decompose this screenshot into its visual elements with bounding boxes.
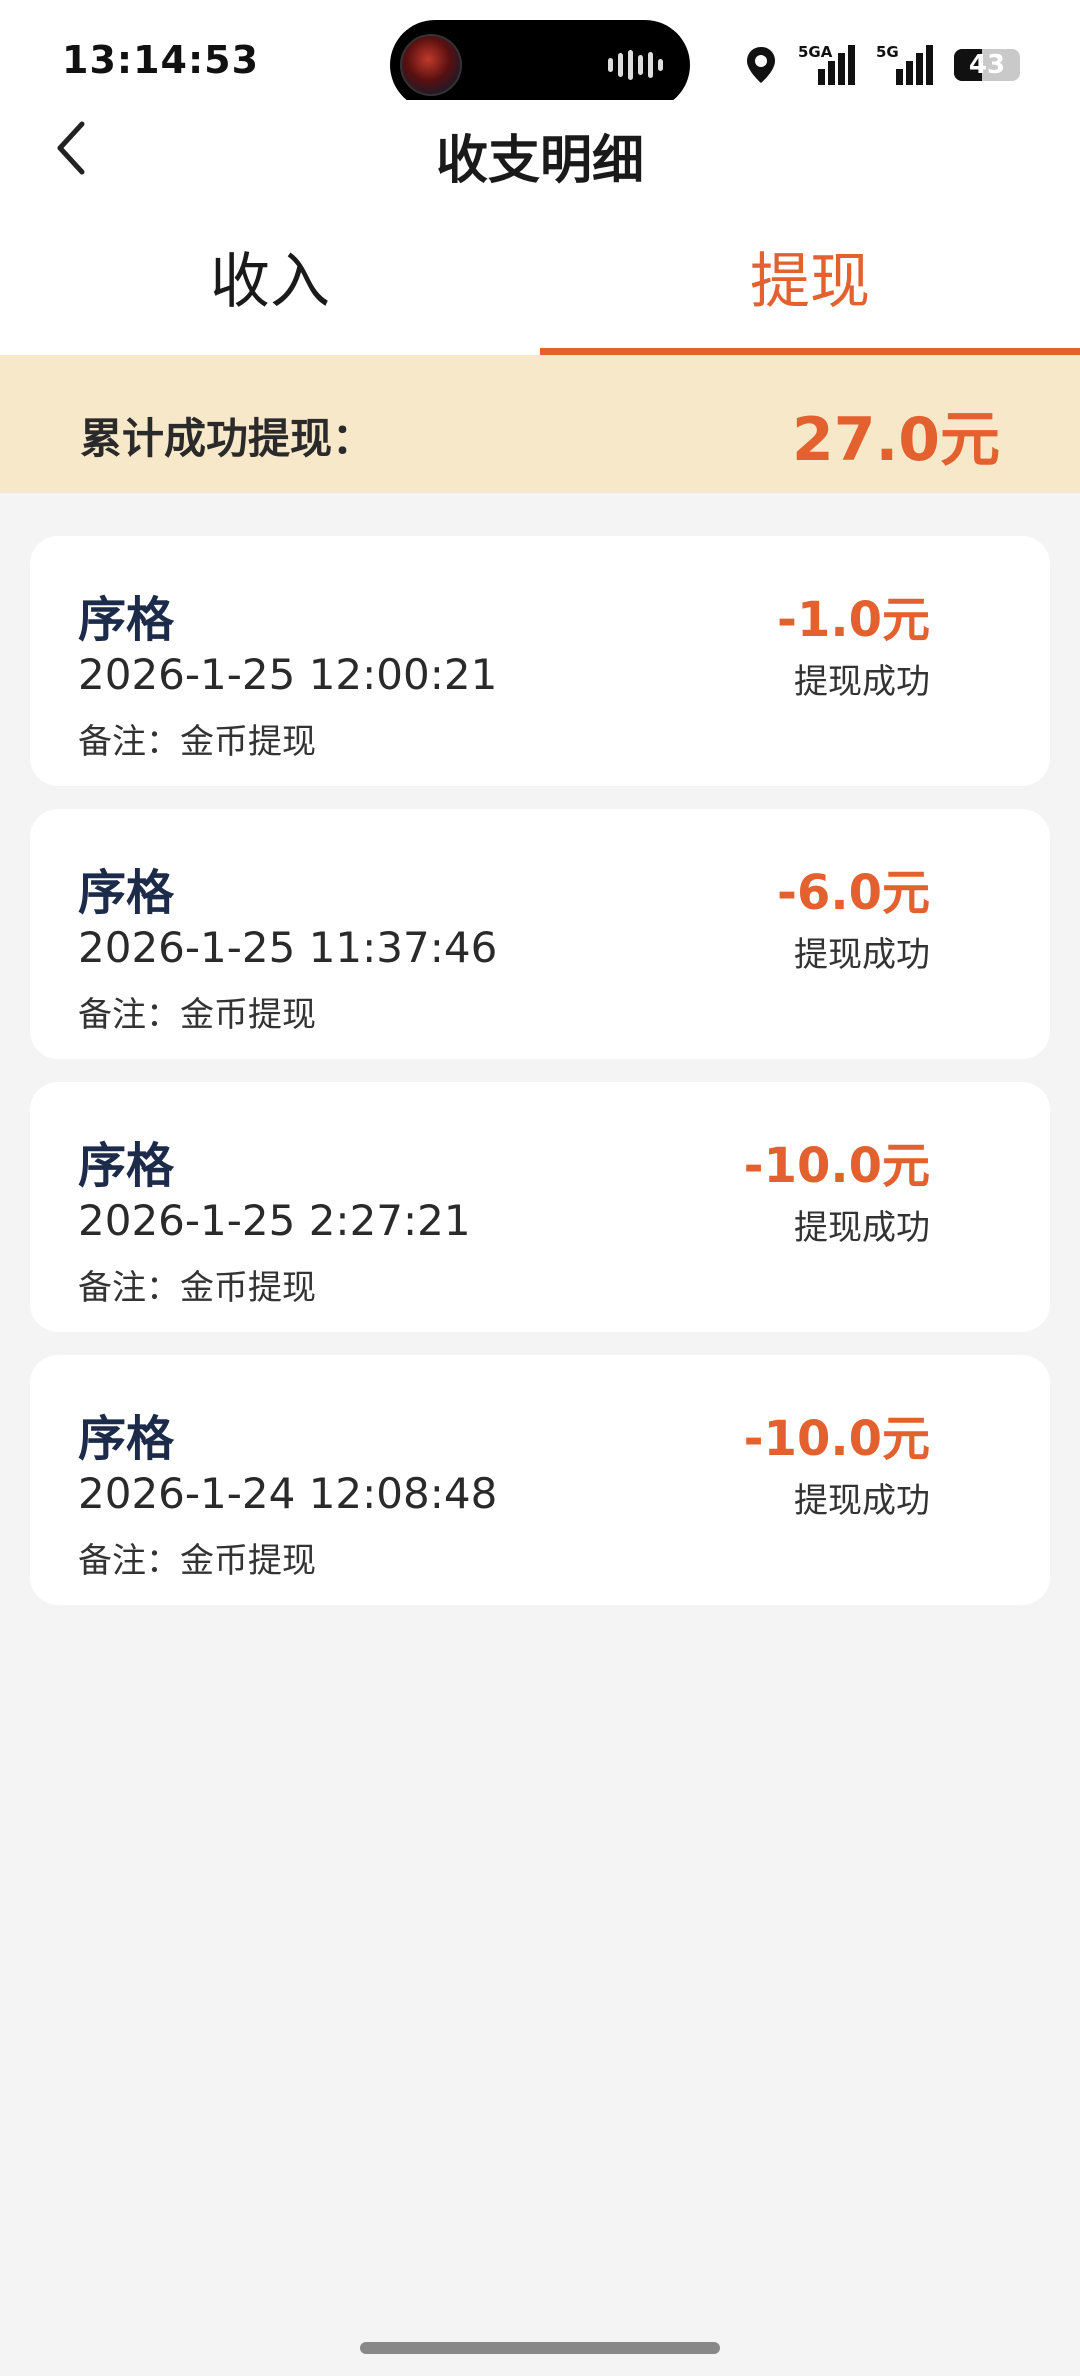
record-note: 备注：金币提现: [78, 1541, 316, 1581]
withdraw-summary: 累计成功提现： 27.0元: [0, 355, 1080, 493]
record-card[interactable]: 序格 2026-1-25 2:27:21 备注：金币提现 -10.0元 提现成功: [30, 1082, 1050, 1332]
record-name: 序格: [78, 1411, 175, 1467]
status-time: 13:14:53: [62, 38, 260, 82]
network-label: 5G: [876, 43, 899, 61]
record-status: 提现成功: [794, 1481, 930, 1521]
record-status: 提现成功: [794, 935, 930, 975]
record-amount: -10.0元: [743, 1138, 930, 1194]
record-note: 备注：金币提现: [78, 722, 316, 762]
record-note: 备注：金币提现: [78, 1268, 316, 1308]
signal-icon: 5G: [876, 43, 933, 85]
record-name: 序格: [78, 592, 175, 648]
record-time: 2026-1-25 2:27:21: [78, 1196, 471, 1245]
status-icons: 5GA 5G 43: [746, 43, 1020, 86]
record-note: 备注：金币提现: [78, 995, 316, 1035]
page-title: 收支明细: [435, 131, 644, 191]
record-amount: -6.0元: [777, 865, 930, 921]
tab-bar: 收入 提现: [0, 210, 1080, 355]
battery-icon: 43: [954, 49, 1020, 81]
record-list: 序格 2026-1-25 12:00:21 备注：金币提现 -1.0元 提现成功…: [30, 536, 1050, 1628]
network-label: 5GA: [798, 43, 833, 61]
dynamic-island[interactable]: [390, 20, 690, 110]
record-name: 序格: [78, 865, 175, 921]
home-indicator[interactable]: [360, 2342, 720, 2354]
record-status: 提现成功: [794, 662, 930, 702]
record-card[interactable]: 序格 2026-1-25 12:00:21 备注：金币提现 -1.0元 提现成功: [30, 536, 1050, 786]
media-thumbnail: [400, 34, 462, 96]
tab-income[interactable]: 收入: [0, 210, 540, 355]
record-status: 提现成功: [794, 1208, 930, 1248]
signal-icon: 5GA: [798, 43, 855, 85]
summary-total: 27.0元: [791, 405, 1000, 475]
summary-label: 累计成功提现：: [80, 414, 375, 463]
record-time: 2026-1-25 11:37:46: [78, 923, 498, 972]
record-time: 2026-1-25 12:00:21: [78, 650, 498, 699]
location-icon: [746, 46, 776, 84]
record-name: 序格: [78, 1138, 175, 1194]
tab-withdraw[interactable]: 提现: [540, 210, 1080, 355]
app-header: 收支明细: [0, 100, 1080, 210]
record-amount: -1.0元: [777, 592, 930, 648]
record-time: 2026-1-24 12:08:48: [78, 1469, 498, 1518]
record-card[interactable]: 序格 2026-1-25 11:37:46 备注：金币提现 -6.0元 提现成功: [30, 809, 1050, 1059]
page: 13:14:53 5GA 5G 43 收支明细 收入 提现 累计成功提现： 27…: [0, 0, 1080, 2376]
record-amount: -10.0元: [743, 1411, 930, 1467]
audio-wave-icon: [608, 50, 663, 80]
battery-level: 43: [968, 50, 1006, 80]
record-card[interactable]: 序格 2026-1-24 12:08:48 备注：金币提现 -10.0元 提现成…: [30, 1355, 1050, 1605]
